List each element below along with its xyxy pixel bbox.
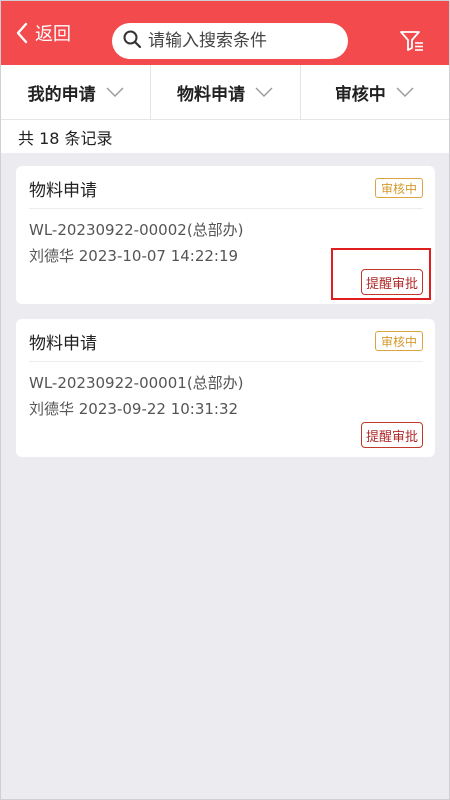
chevron-down-icon (396, 87, 414, 97)
status-badge: 审核中 (374, 178, 423, 198)
tab-label: 物料申请 (176, 84, 245, 105)
divider (29, 361, 423, 362)
header-bar: 返回 (1, 1, 449, 65)
application-card[interactable]: 物料申请 审核中 WL-20230922-00001(总部办) 刘德华 2023… (16, 319, 435, 457)
filter-icon[interactable] (399, 29, 425, 53)
filter-tabs: 我的申请 物料申请 审核中 (1, 65, 449, 120)
back-button[interactable]: 返回 (15, 19, 71, 47)
search-input[interactable] (148, 31, 338, 51)
tab-material-application[interactable]: 物料申请 (150, 65, 299, 119)
chevron-down-icon (106, 87, 124, 97)
chevron-down-icon (255, 87, 273, 97)
record-count: 共 18 条记录 (1, 120, 449, 153)
tab-label: 审核中 (334, 84, 386, 105)
tab-my-applications[interactable]: 我的申请 (1, 65, 150, 119)
record-count-text: 共 18 条记录 (18, 128, 113, 148)
remind-approval-button[interactable]: 提醒审批 (360, 422, 423, 448)
divider (29, 208, 423, 209)
card-title: 物料申请 (29, 334, 97, 354)
applicant-datetime: 刘德华 2023-10-07 14:22:19 (29, 247, 239, 265)
application-code: WL-20230922-00002(总部办) (29, 221, 244, 239)
tab-label: 我的申请 (27, 84, 96, 105)
back-label: 返回 (35, 24, 71, 45)
status-badge: 审核中 (374, 331, 423, 351)
search-box[interactable] (112, 23, 348, 59)
card-title: 物料申请 (29, 181, 97, 201)
tab-under-review[interactable]: 审核中 (299, 65, 449, 119)
highlight-annotation (331, 248, 431, 300)
application-code: WL-20230922-00001(总部办) (29, 374, 244, 392)
applicant-datetime: 刘德华 2023-09-22 10:31:32 (29, 400, 239, 418)
chevron-left-icon (15, 22, 29, 44)
search-icon (122, 29, 142, 53)
